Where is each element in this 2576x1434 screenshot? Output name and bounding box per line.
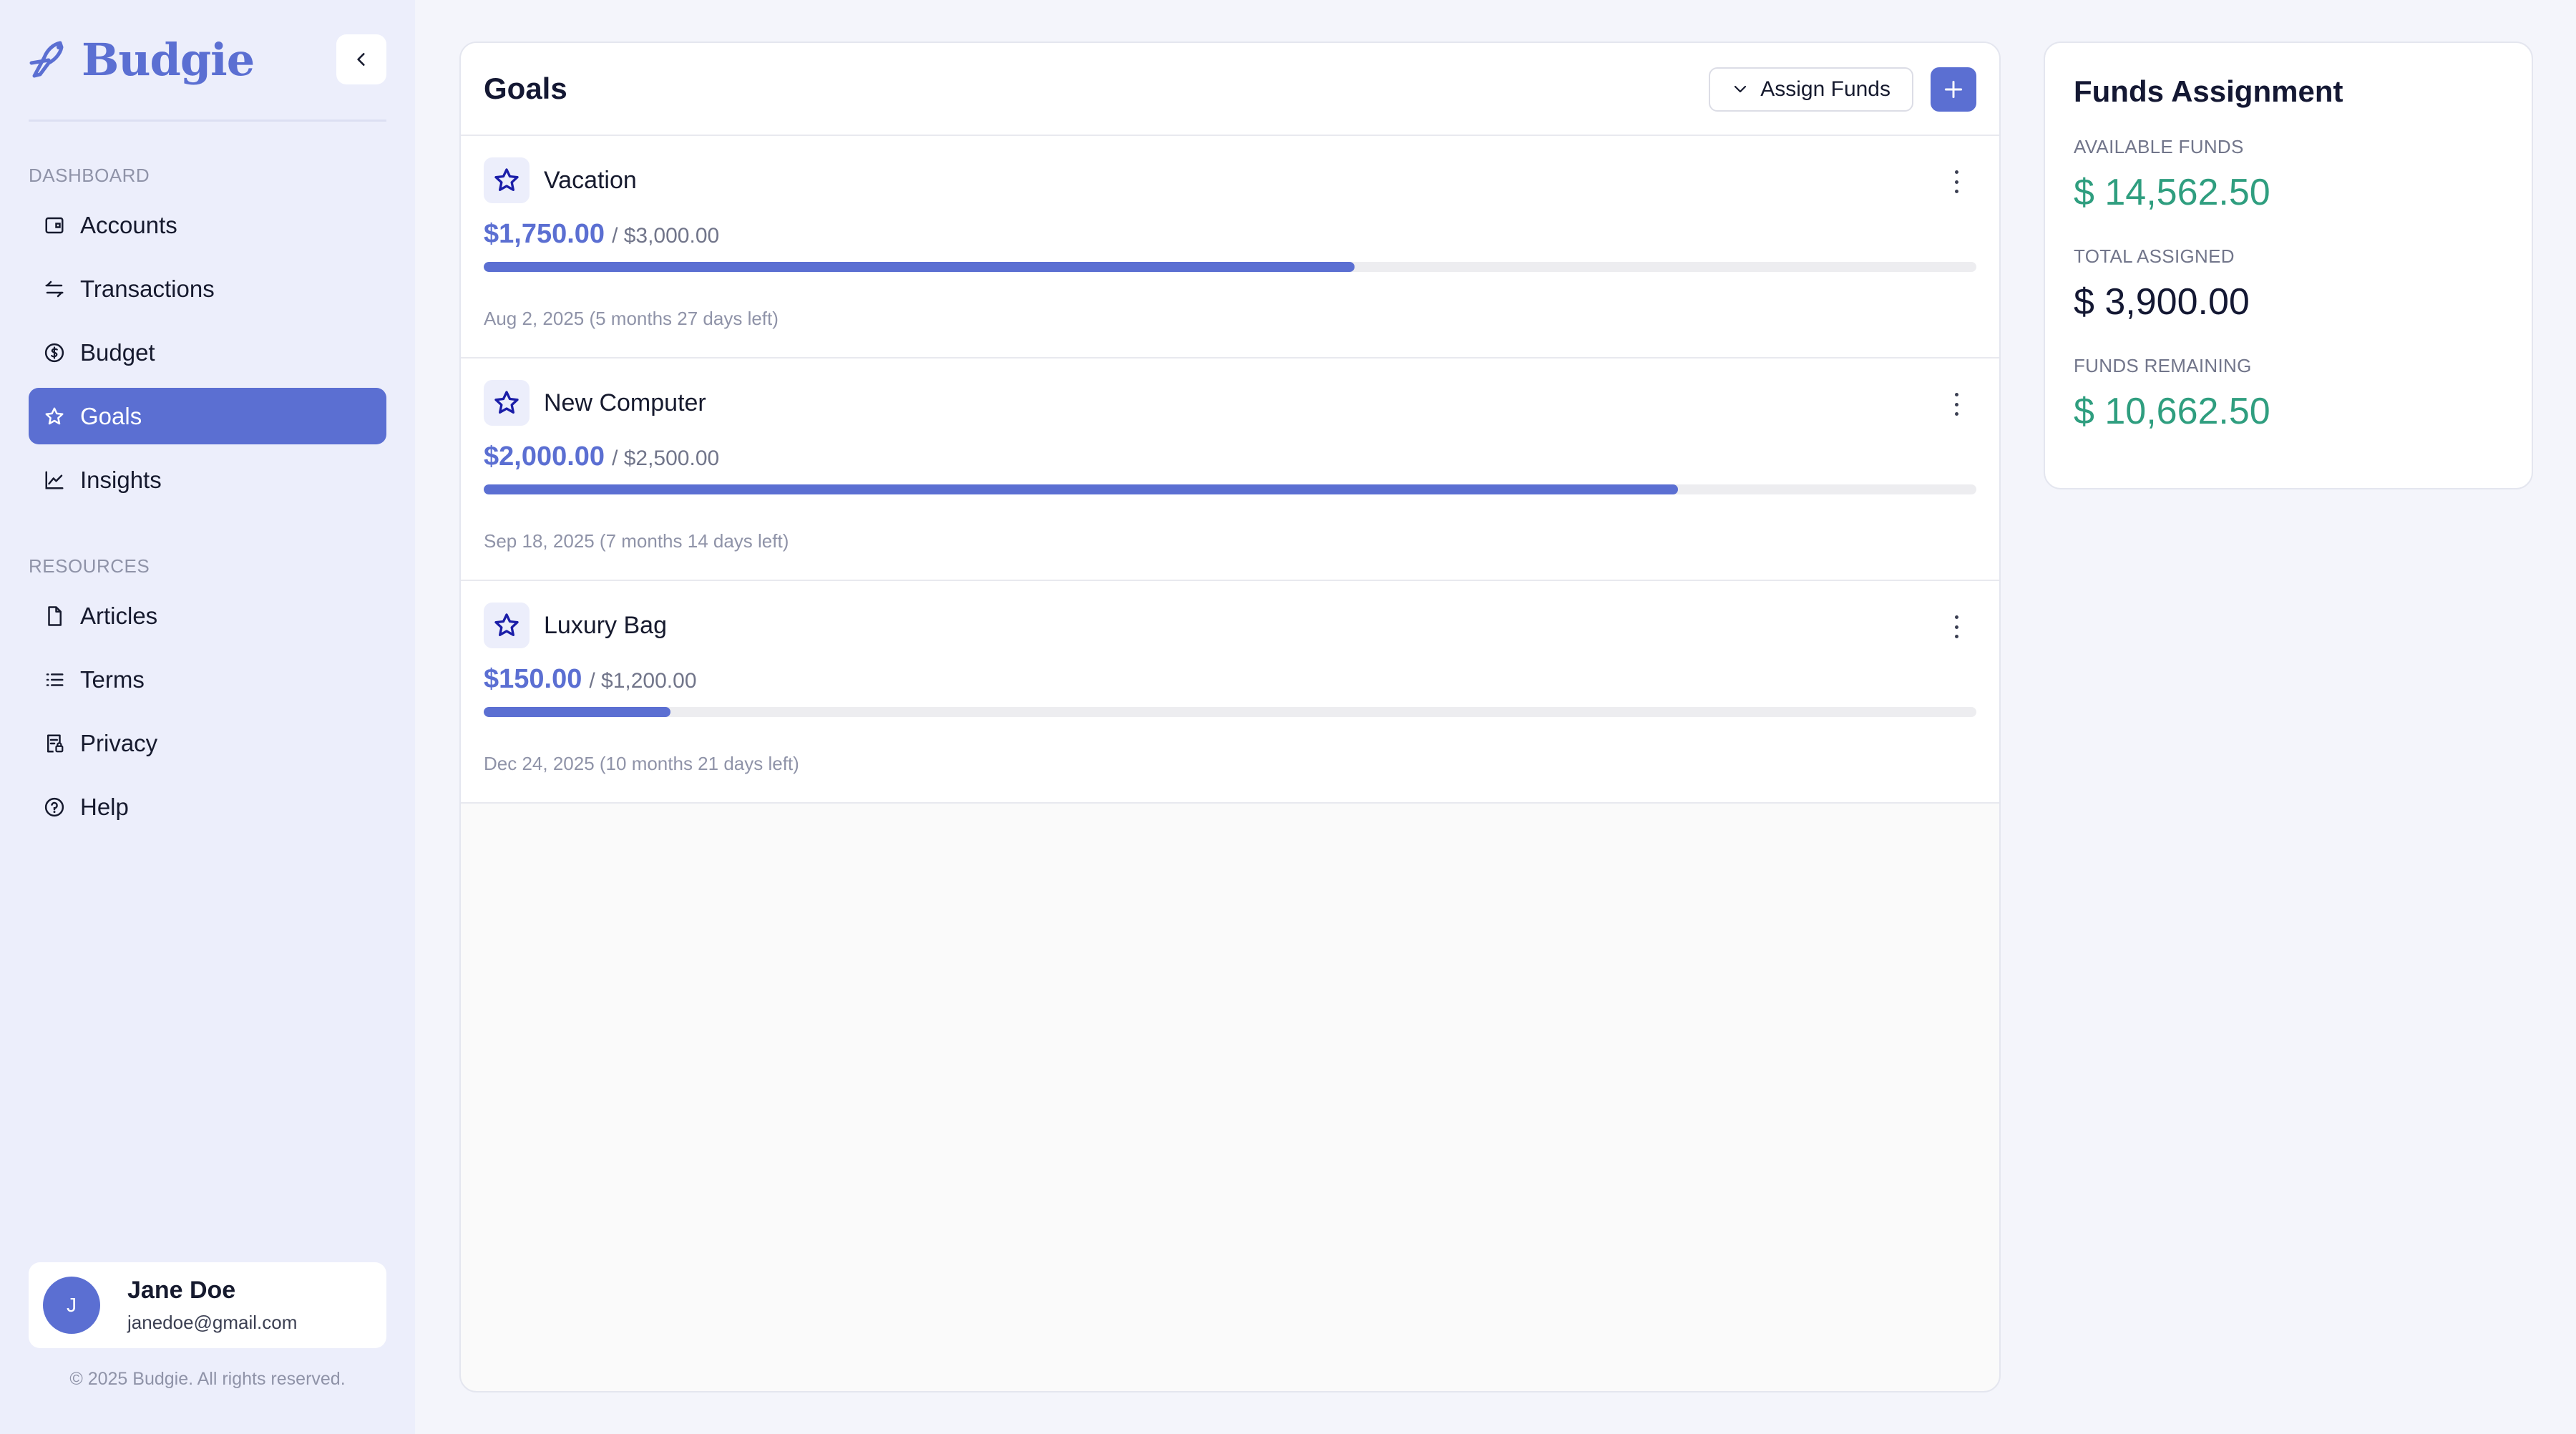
- goal-progress-bar: [484, 707, 1976, 717]
- brand-header: Budgie: [29, 0, 386, 122]
- sidebar-item-articles[interactable]: Articles: [29, 587, 386, 644]
- sidebar-item-label: Articles: [80, 602, 158, 629]
- sidebar-item-goals[interactable]: Goals: [29, 388, 386, 444]
- goal-heading: New Computer: [484, 380, 706, 426]
- star-icon: [484, 603, 530, 648]
- assign-funds-label: Assign Funds: [1760, 77, 1890, 101]
- chart-line-icon: [43, 469, 66, 492]
- goal-deadline: Aug 2, 2025 (5 months 27 days left): [484, 308, 779, 329]
- sidebar-item-help[interactable]: Help: [29, 779, 386, 835]
- star-icon: [484, 157, 530, 203]
- goal-name: Vacation: [544, 166, 637, 194]
- add-goal-button[interactable]: [1931, 67, 1976, 112]
- brand-name: Budgie: [82, 34, 255, 86]
- sidebar-item-accounts[interactable]: Accounts: [29, 197, 386, 253]
- goal-current-amount: $150.00: [484, 664, 582, 694]
- budgie-logo-icon: [29, 41, 64, 77]
- goal-row[interactable]: Vacation $1,750.00 / $3,000.00 Aug 2, 20…: [461, 136, 1999, 358]
- dollar-circle-icon: [43, 341, 66, 364]
- wallet-icon: [43, 214, 66, 237]
- goal-heading: Luxury Bag: [484, 603, 667, 648]
- sidebar-item-label: Goals: [80, 402, 142, 429]
- sidebar-item-terms[interactable]: Terms: [29, 651, 386, 708]
- list-icon: [43, 668, 66, 691]
- sidebar-item-budget[interactable]: Budget: [29, 324, 386, 381]
- goal-target-amount: / $3,000.00: [612, 224, 720, 248]
- user-email: janedoe@gmail.com: [127, 1312, 298, 1333]
- sidebar-item-label: Terms: [80, 665, 145, 693]
- more-options-icon[interactable]: [1949, 390, 1963, 419]
- plus-icon: [1944, 80, 1963, 99]
- goal-progress-fill: [484, 707, 670, 717]
- goal-progress-fill: [484, 262, 1355, 272]
- copyright-text: © 2025 Budgie. All rights reserved.: [69, 1369, 346, 1389]
- goal-deadline: Sep 18, 2025 (7 months 14 days left): [484, 530, 789, 552]
- goal-heading: Vacation: [484, 157, 637, 203]
- chevron-down-icon: [1732, 81, 1749, 98]
- goal-amount: $150.00 / $1,200.00: [484, 664, 697, 695]
- user-info: Jane Doe janedoe@gmail.com: [127, 1277, 297, 1334]
- more-options-icon[interactable]: [1949, 613, 1963, 641]
- goal-target-amount: / $2,500.00: [612, 447, 720, 470]
- total-assigned-value: $ 3,900.00: [2074, 281, 2250, 323]
- user-name: Jane Doe: [127, 1277, 236, 1304]
- goals-panel: Goals Assign Funds Vacation $1,750.00 / …: [459, 42, 2001, 1392]
- avatar: J: [43, 1277, 100, 1334]
- section-label-resources: RESOURCES: [29, 555, 150, 577]
- goal-progress-bar: [484, 484, 1976, 494]
- star-icon: [484, 380, 530, 426]
- funds-assignment-card: Funds Assignment AVAILABLE FUNDS $ 14,56…: [2044, 42, 2533, 489]
- funds-remaining-label: FUNDS REMAINING: [2074, 355, 2252, 376]
- goal-row[interactable]: Luxury Bag $150.00 / $1,200.00 Dec 24, 2…: [461, 581, 1999, 804]
- arrows-icon: [43, 278, 66, 301]
- assign-funds-button[interactable]: Assign Funds: [1709, 67, 1913, 112]
- total-assigned-label: TOTAL ASSIGNED: [2074, 245, 2235, 267]
- sidebar-item-privacy[interactable]: Privacy: [29, 715, 386, 771]
- goal-name: Luxury Bag: [544, 611, 667, 639]
- sidebar-item-label: Budget: [80, 338, 155, 366]
- collapse-sidebar-button[interactable]: [336, 34, 386, 84]
- sidebar-item-label: Transactions: [80, 275, 215, 302]
- sidebar-item-insights[interactable]: Insights: [29, 452, 386, 508]
- user-profile-card[interactable]: J Jane Doe janedoe@gmail.com: [29, 1262, 386, 1348]
- goal-progress-fill: [484, 484, 1678, 494]
- file-icon: [43, 605, 66, 628]
- more-options-icon[interactable]: [1949, 167, 1963, 196]
- goals-header: Goals Assign Funds: [461, 43, 1999, 136]
- sidebar-item-label: Accounts: [80, 211, 177, 238]
- goal-deadline: Dec 24, 2025 (10 months 21 days left): [484, 753, 799, 774]
- funds-title: Funds Assignment: [2074, 74, 2343, 108]
- funds-remaining-value: $ 10,662.50: [2074, 391, 2270, 432]
- goal-amount: $1,750.00 / $3,000.00: [484, 219, 719, 250]
- goal-name: New Computer: [544, 389, 706, 416]
- sidebar-item-label: Insights: [80, 466, 162, 493]
- goal-progress-bar: [484, 262, 1976, 272]
- help-circle-icon: [43, 796, 66, 819]
- sidebar-item-label: Privacy: [80, 729, 158, 756]
- sidebar-item-label: Help: [80, 793, 129, 820]
- star-icon: [43, 405, 66, 428]
- available-funds-label: AVAILABLE FUNDS: [2074, 136, 2244, 157]
- available-funds-value: $ 14,562.50: [2074, 172, 2270, 213]
- section-label-dashboard: DASHBOARD: [29, 165, 150, 186]
- goal-current-amount: $2,000.00: [484, 442, 605, 472]
- goal-target-amount: / $1,200.00: [589, 669, 697, 693]
- sidebar: Budgie DASHBOARD Accounts Transactions B…: [0, 0, 415, 1434]
- document-lock-icon: [43, 732, 66, 755]
- chevron-left-icon: [357, 53, 365, 66]
- goal-amount: $2,000.00 / $2,500.00: [484, 442, 719, 472]
- goal-current-amount: $1,750.00: [484, 219, 605, 249]
- sidebar-item-transactions[interactable]: Transactions: [29, 260, 386, 317]
- page-title: Goals: [484, 72, 567, 105]
- goal-row[interactable]: New Computer $2,000.00 / $2,500.00 Sep 1…: [461, 358, 1999, 581]
